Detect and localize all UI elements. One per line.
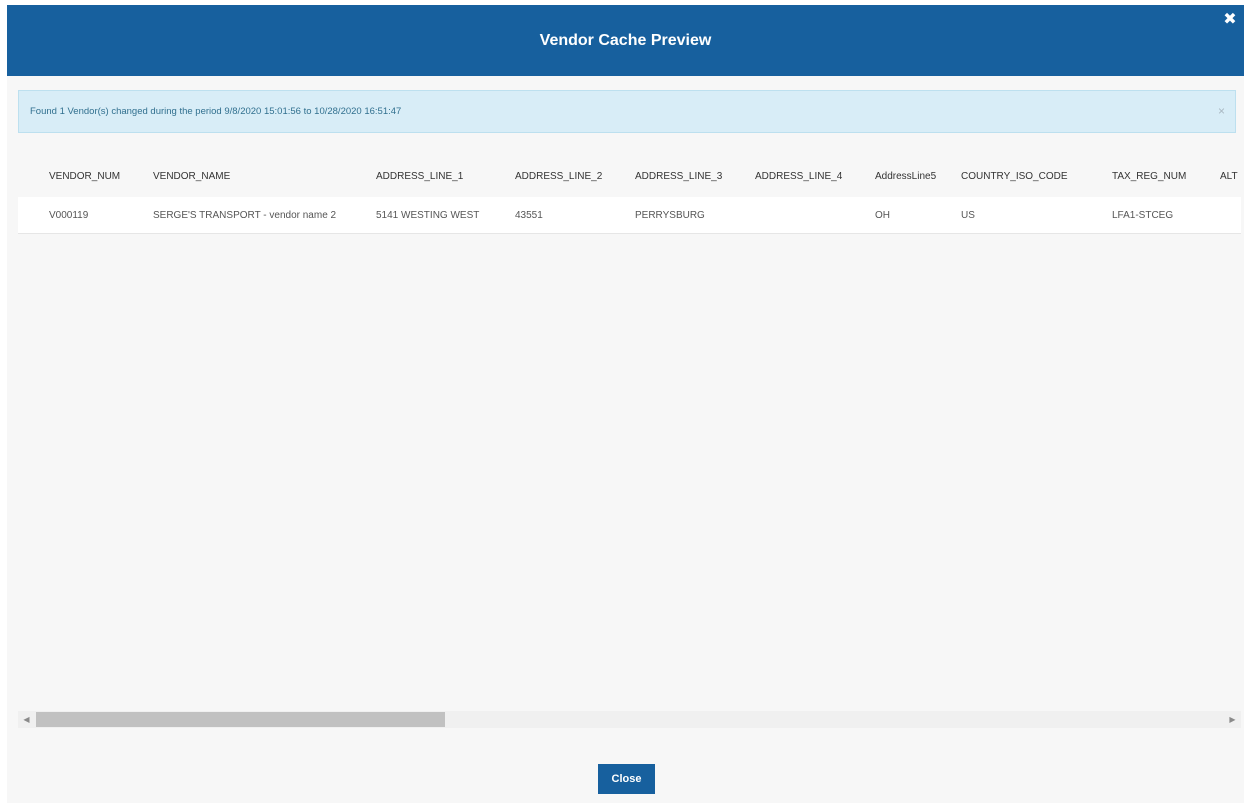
scrollbar-thumb[interactable] bbox=[36, 712, 445, 727]
column-header-alt[interactable]: ALT bbox=[1220, 171, 1241, 182]
column-header-address-line-3[interactable]: ADDRESS_LINE_3 bbox=[635, 171, 755, 182]
scroll-left-arrow-icon[interactable]: ◀ bbox=[18, 711, 35, 728]
info-alert: Found 1 Vendor(s) changed during the per… bbox=[18, 90, 1236, 133]
vendor-grid-content: VENDOR_NUM VENDOR_NAME ADDRESS_LINE_1 AD… bbox=[18, 155, 1241, 234]
dialog-header: Vendor Cache Preview ✖ bbox=[7, 5, 1244, 76]
vendor-grid: VENDOR_NUM VENDOR_NAME ADDRESS_LINE_1 AD… bbox=[18, 155, 1241, 235]
horizontal-scrollbar[interactable]: ◀ ▶ bbox=[18, 711, 1241, 728]
column-header-address-line-4[interactable]: ADDRESS_LINE_4 bbox=[755, 171, 875, 182]
alert-message: Found 1 Vendor(s) changed during the per… bbox=[30, 106, 402, 117]
close-icon[interactable]: ✖ bbox=[1223, 12, 1237, 28]
cell-country-iso-code: US bbox=[961, 209, 975, 221]
cell-address-line-2: 43551 bbox=[515, 209, 543, 221]
grid-header-row: VENDOR_NUM VENDOR_NAME ADDRESS_LINE_1 AD… bbox=[18, 155, 1241, 197]
alert-dismiss-icon[interactable]: × bbox=[1218, 105, 1225, 117]
column-header-vendor-num[interactable]: VENDOR_NUM bbox=[18, 171, 153, 182]
column-header-vendor-name[interactable]: VENDOR_NAME bbox=[153, 171, 376, 182]
cell-address-line-5: OH bbox=[875, 209, 890, 221]
scroll-right-arrow-icon[interactable]: ▶ bbox=[1224, 711, 1241, 728]
table-row[interactable]: V000119 SERGE'S TRANSPORT - vendor name … bbox=[18, 197, 1241, 234]
column-header-country-iso-code[interactable]: COUNTRY_ISO_CODE bbox=[961, 171, 1112, 182]
column-header-address-line-5[interactable]: AddressLine5 bbox=[875, 171, 961, 182]
column-header-address-line-1[interactable]: ADDRESS_LINE_1 bbox=[376, 171, 515, 182]
cell-vendor-name: SERGE'S TRANSPORT - vendor name 2 bbox=[153, 209, 337, 221]
cell-address-line-1: 5141 WESTING WEST bbox=[376, 209, 480, 221]
column-header-tax-reg-num[interactable]: TAX_REG_NUM bbox=[1112, 171, 1220, 182]
cell-vendor-num: V000119 bbox=[49, 209, 89, 221]
cell-tax-reg-num: LFA1-STCEG bbox=[1112, 209, 1174, 221]
cell-address-line-3: PERRYSBURG bbox=[635, 209, 705, 221]
close-button[interactable]: Close bbox=[598, 764, 655, 794]
dialog-title: Vendor Cache Preview bbox=[539, 31, 712, 49]
vendor-cache-preview-dialog: Vendor Cache Preview ✖ Found 1 Vendor(s)… bbox=[7, 5, 1244, 803]
column-header-address-line-2[interactable]: ADDRESS_LINE_2 bbox=[515, 171, 635, 182]
